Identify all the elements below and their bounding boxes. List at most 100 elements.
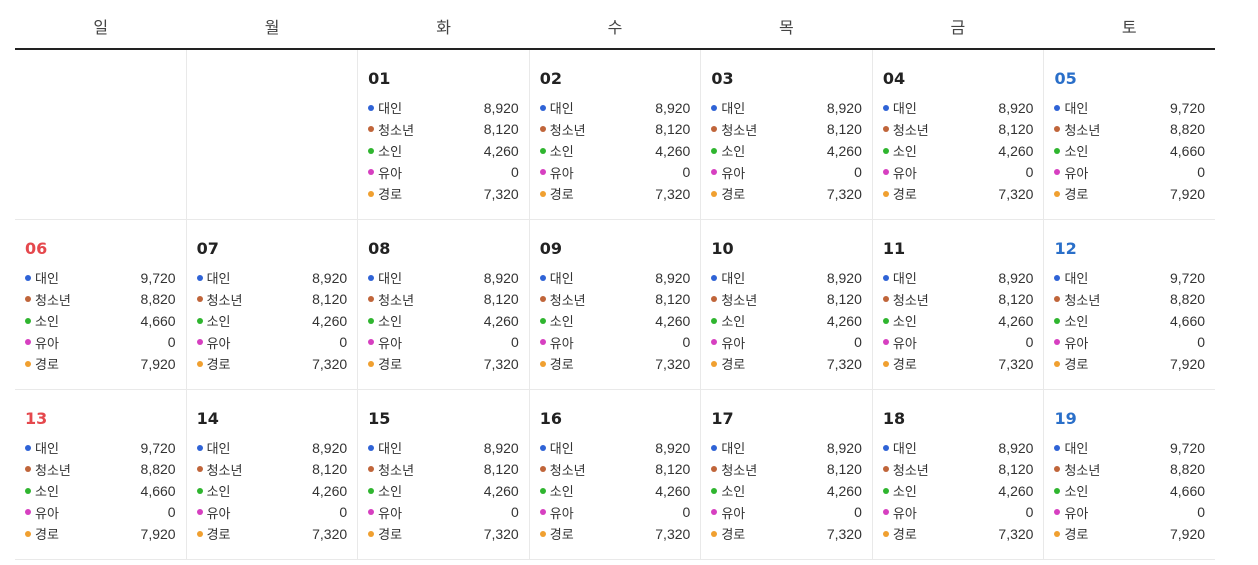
- day-cell[interactable]: 19 대인 9,720 청소년 8,820 소인 4,660 유아 0 경로 7,920: [1044, 390, 1215, 559]
- day-cell[interactable]: 16 대인 8,920 청소년 8,120 소인 4,260 유아 0 경로 7,320: [530, 390, 702, 559]
- price-value: 8,920: [655, 439, 691, 456]
- price-value: 8,120: [312, 291, 348, 308]
- price-row: 소인 4,660: [1054, 310, 1205, 332]
- weekday-tue: 화: [436, 18, 451, 37]
- day-cell[interactable]: 10 대인 8,920 청소년 8,120 소인 4,260 유아 0 경로 7,320: [701, 220, 873, 389]
- price-row: 경로 7,320: [368, 523, 519, 545]
- category-label: 경로: [549, 188, 574, 204]
- category-label: 대인: [721, 442, 746, 458]
- day-number: 04: [882, 69, 906, 88]
- price-category: 유아: [368, 163, 402, 182]
- category-dot-icon: [539, 530, 546, 537]
- price-row: 경로 7,920: [1054, 183, 1205, 205]
- day-cell[interactable]: 18 대인 8,920 청소년 8,120 소인 4,260 유아 0 경로 7,320: [873, 390, 1045, 559]
- price-category: 청소년: [196, 290, 243, 309]
- category-dot-icon: [25, 466, 31, 473]
- category-dot-icon: [711, 126, 718, 133]
- category-dot-icon: [196, 466, 203, 473]
- category-label: 소인: [549, 145, 574, 161]
- price-value: 9,720: [1170, 99, 1206, 116]
- day-number: 03: [711, 69, 734, 88]
- price-category: 경로: [539, 184, 574, 204]
- price-value: 7,920: [1170, 355, 1206, 372]
- price-value: 8,120: [998, 121, 1034, 138]
- price-row: 유아 0: [1054, 332, 1205, 354]
- day-cell[interactable]: 04 대인 8,920 청소년 8,120 소인 4,260 유아 0 경로 7,320: [873, 50, 1045, 219]
- category-label: 청소년: [206, 293, 243, 309]
- price-value: 0: [1025, 164, 1034, 181]
- category-dot-icon: [25, 509, 31, 516]
- day-cell[interactable]: 12 대인 9,720 청소년 8,820 소인 4,660 유아 0 경로 7,920: [1044, 220, 1215, 389]
- price-value: 0: [1025, 334, 1034, 351]
- price-value: 0: [339, 504, 348, 521]
- category-label: 청소년: [892, 123, 929, 139]
- day-cell[interactable]: 01 대인 8,920 청소년 8,120 소인 4,260 유아 0 경로 7,320: [358, 50, 530, 219]
- price-value: 8,820: [1170, 291, 1206, 308]
- price-category: 경로: [25, 354, 59, 373]
- price-category: 유아: [711, 163, 745, 182]
- price-value: 7,320: [655, 185, 691, 202]
- category-dot-icon: [25, 360, 31, 367]
- category-dot-icon: [539, 466, 546, 473]
- price-category: 경로: [539, 524, 574, 543]
- price-value: 4,260: [312, 312, 348, 329]
- day-cell[interactable]: 11 대인 8,920 청소년 8,120 소인 4,260 유아 0 경로 7,320: [873, 220, 1045, 389]
- price-row: 대인 8,920: [368, 97, 519, 119]
- calendar-week-row: 06 대인 9,720 청소년 8,820 소인 4,660 유아 0 경로 7,920 07 대인 8,…: [15, 220, 1215, 390]
- day-cell[interactable]: 08 대인 8,920 청소년 8,120 소인 4,260 유아 0 경로 7,320: [358, 220, 530, 389]
- category-dot-icon: [1054, 169, 1061, 176]
- price-value: 9,720: [140, 269, 176, 286]
- price-category: 대인: [539, 98, 574, 118]
- price-row: 대인 9,720: [25, 267, 176, 289]
- price-category: 경로: [711, 524, 745, 543]
- day-cell[interactable]: 02 대인 8,920 청소년 8,120 소인 4,260 유아 0 경로 7,320: [530, 50, 702, 219]
- price-category: 청소년: [711, 290, 757, 309]
- category-dot-icon: [1054, 190, 1061, 197]
- price-category: 소인: [711, 481, 745, 500]
- price-value: 0: [1197, 334, 1206, 351]
- price-value: 7,320: [826, 355, 862, 372]
- price-category: 소인: [539, 141, 574, 161]
- category-label: 대인: [549, 102, 574, 118]
- category-label: 경로: [892, 188, 917, 204]
- category-dot-icon: [1054, 104, 1061, 111]
- category-dot-icon: [882, 530, 889, 537]
- category-label: 유아: [721, 336, 746, 352]
- day-number: 02: [539, 69, 562, 88]
- price-category: 청소년: [1054, 460, 1100, 479]
- day-cell[interactable]: 14 대인 8,920 청소년 8,120 소인 4,260 유아 0 경로 7,320: [187, 390, 359, 559]
- price-row: 대인 8,920: [539, 267, 690, 289]
- day-cell[interactable]: 17 대인 8,920 청소년 8,120 소인 4,260 유아 0 경로 7,320: [701, 390, 873, 559]
- day-cell[interactable]: 06 대인 9,720 청소년 8,820 소인 4,660 유아 0 경로 7,920: [15, 220, 187, 389]
- category-dot-icon: [1054, 274, 1061, 281]
- category-label: 경로: [1064, 358, 1089, 374]
- day-cell[interactable]: 15 대인 8,920 청소년 8,120 소인 4,260 유아 0 경로 7,320: [358, 390, 530, 559]
- price-value: 8,120: [483, 461, 519, 478]
- price-category: 대인: [368, 438, 402, 457]
- category-dot-icon: [25, 296, 31, 303]
- day-number: 06: [25, 239, 48, 258]
- price-category: 유아: [539, 333, 574, 352]
- category-label: 소인: [378, 145, 403, 161]
- category-label: 유아: [378, 336, 403, 352]
- price-category: 소인: [882, 311, 917, 330]
- day-cell[interactable]: 09 대인 8,920 청소년 8,120 소인 4,260 유아 0 경로 7,320: [530, 220, 702, 389]
- price-category: 대인: [196, 438, 231, 457]
- price-value: 4,260: [483, 312, 519, 329]
- price-row: 대인 8,920: [368, 267, 519, 289]
- day-cell[interactable]: 03 대인 8,920 청소년 8,120 소인 4,260 유아 0 경로 7,320: [701, 50, 873, 219]
- price-value: 0: [1025, 504, 1034, 521]
- category-label: 소인: [1064, 315, 1089, 331]
- price-row: 유아 0: [882, 162, 1034, 184]
- price-row: 유아 0: [1054, 502, 1205, 524]
- category-label: 대인: [35, 272, 59, 288]
- category-dot-icon: [539, 444, 546, 451]
- price-row: 유아 0: [1054, 162, 1205, 184]
- category-dot-icon: [368, 104, 375, 111]
- day-cell[interactable]: 13 대인 9,720 청소년 8,820 소인 4,660 유아 0 경로 7,920: [15, 390, 187, 559]
- day-cell[interactable]: 07 대인 8,920 청소년 8,120 소인 4,260 유아 0 경로 7,320: [187, 220, 359, 389]
- price-row: 경로 7,320: [539, 523, 690, 545]
- price-category: 경로: [368, 524, 402, 543]
- day-cell[interactable]: 05 대인 9,720 청소년 8,820 소인 4,660 유아 0 경로 7,920: [1044, 50, 1215, 219]
- category-label: 청소년: [35, 463, 71, 479]
